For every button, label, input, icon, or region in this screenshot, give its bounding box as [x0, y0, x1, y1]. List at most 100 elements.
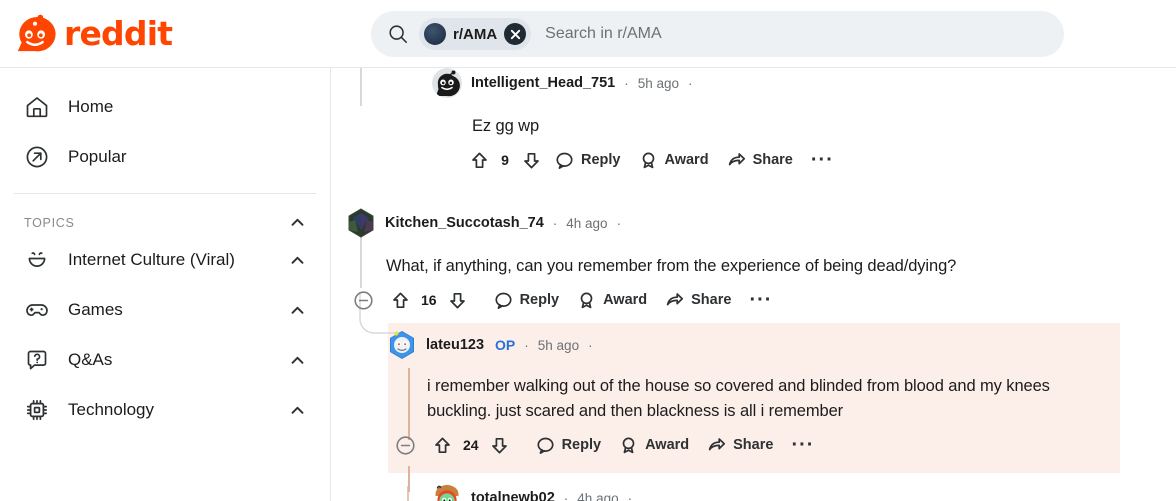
chevron-up-icon[interactable] [289, 214, 306, 231]
comment-author[interactable]: Intelligent_Head_751 [471, 75, 615, 91]
collapse-comment-button[interactable] [351, 288, 375, 312]
comment-author[interactable]: Kitchen_Succotash_74 [385, 215, 544, 231]
upvote-button[interactable] [427, 430, 457, 460]
avatar[interactable] [432, 483, 462, 501]
sidebar-item-label: Popular [68, 147, 127, 166]
award-label: Award [664, 152, 709, 169]
close-icon[interactable] [504, 23, 527, 45]
comment-author[interactable]: lateu123 [426, 337, 484, 353]
reddit-logo-home-link[interactable]: reddit [14, 13, 314, 55]
search-input[interactable]: Search in r/AMA [545, 25, 1048, 43]
award-button[interactable]: Award [630, 145, 718, 175]
left-sidebar: Home Popular TOPICS Internet Culture (Vi… [0, 68, 331, 501]
sidebar-item-label: Games [68, 299, 123, 319]
sidebar-item-label: Technology [68, 399, 155, 419]
share-label: Share [691, 292, 732, 309]
more-options-icon[interactable]: ··· [782, 435, 823, 455]
comment-item: totalnewb02 · 4h ago · [432, 483, 1132, 501]
comment-actions: 16 Reply Award Share ··· [351, 285, 1136, 315]
sidebar-item-internet-culture[interactable]: Internet Culture (Viral) [10, 235, 320, 285]
award-button[interactable]: Award [568, 285, 656, 315]
avatar[interactable] [432, 68, 462, 98]
thread-line-root [360, 68, 362, 106]
chevron-up-icon[interactable] [289, 352, 306, 369]
app-header: reddit r/AMA Search in r/AMA [0, 0, 1176, 68]
search-scope-chip[interactable]: r/AMA [419, 18, 532, 50]
award-label: Award [603, 292, 648, 309]
comment-thread: Intelligent_Head_751 · 5h ago · Ez gg wp… [332, 68, 1176, 501]
search-icon [389, 25, 408, 44]
share-button[interactable]: Share [698, 430, 782, 460]
avatar[interactable] [346, 208, 376, 238]
sidebar-item-technology[interactable]: Technology [10, 385, 320, 435]
meta-separator: · [524, 337, 529, 353]
share-label: Share [752, 152, 793, 169]
downvote-button[interactable] [443, 285, 473, 315]
reply-label: Reply [519, 292, 560, 309]
upvote-button[interactable] [464, 145, 494, 175]
home-icon [26, 97, 48, 118]
sidebar-section-topics[interactable]: TOPICS [24, 214, 306, 231]
chip-icon [26, 399, 48, 421]
question-bubble-icon [27, 350, 47, 370]
comment-timestamp: 5h ago [537, 337, 580, 353]
sidebar-item-home[interactable]: Home [10, 82, 320, 132]
search-scope-label: r/AMA [453, 25, 498, 43]
award-label: Award [645, 437, 690, 454]
sidebar-item-label: Home [68, 97, 114, 116]
sidebar-item-games[interactable]: Games [10, 285, 320, 335]
chevron-up-icon[interactable] [289, 252, 306, 269]
share-button[interactable]: Share [718, 145, 802, 175]
more-options-icon[interactable]: ··· [740, 290, 781, 310]
collapse-comment-button[interactable] [393, 433, 417, 457]
sidebar-section-label: TOPICS [24, 215, 75, 230]
vote-count: 24 [463, 437, 479, 454]
upvote-button[interactable] [385, 285, 415, 315]
sidebar-item-qas[interactable]: Q&As [10, 335, 320, 385]
op-badge: OP [495, 337, 516, 353]
sidebar-item-label: Internet Culture (Viral) [68, 249, 235, 269]
comment-author[interactable]: totalnewb02 [471, 490, 555, 501]
comment-item: Kitchen_Succotash_74 · 4h ago · What, if… [346, 208, 1136, 315]
chevron-up-icon[interactable] [289, 402, 306, 419]
vote-group: 24 [427, 430, 515, 460]
reply-button[interactable]: Reply [485, 285, 569, 315]
comment-header: lateu123 OP · 5h ago · [387, 330, 1127, 360]
avatar[interactable] [387, 330, 417, 360]
reddit-snoo-icon [17, 14, 56, 51]
popular-icon [26, 146, 48, 168]
comment-timestamp: 5h ago [637, 75, 680, 91]
chevron-up-icon[interactable] [289, 302, 306, 319]
vote-group: 9 [464, 145, 546, 175]
vote-group: 16 [385, 285, 473, 315]
meta-separator: · [588, 337, 593, 353]
gamepad-icon [26, 304, 48, 317]
reply-label: Reply [581, 152, 621, 169]
reply-button[interactable]: Reply [527, 430, 611, 460]
comment-body: What, if anything, can you remember from… [386, 257, 957, 275]
smiley-icon [28, 252, 46, 267]
comment-header: totalnewb02 · 4h ago · [432, 483, 1132, 501]
downvote-button[interactable] [485, 430, 515, 460]
more-options-icon[interactable]: ··· [802, 150, 843, 170]
award-button[interactable]: Award [610, 430, 698, 460]
comment-item-op: lateu123 OP · 5h ago · i remember walkin… [387, 330, 1127, 460]
meta-separator: · [688, 75, 693, 91]
meta-separator: · [563, 490, 569, 501]
comment-item: Intelligent_Head_751 · 5h ago · Ez gg wp… [432, 68, 1132, 175]
subreddit-avatar-icon [424, 23, 446, 45]
brand-wordmark: reddit [64, 14, 173, 53]
comment-actions: 9 Reply Award Share ··· [464, 145, 1132, 175]
sidebar-item-popular[interactable]: Popular [10, 132, 320, 182]
comment-timestamp: 4h ago [566, 215, 608, 231]
search-bar[interactable]: r/AMA Search in r/AMA [371, 11, 1064, 57]
reply-label: Reply [561, 437, 602, 454]
sidebar-item-label: Q&As [68, 349, 113, 369]
comment-body: i remember walking out of the house so c… [427, 377, 1050, 421]
vote-count: 9 [501, 152, 509, 169]
vote-count: 16 [421, 292, 437, 309]
downvote-button[interactable] [516, 145, 546, 175]
share-button[interactable]: Share [656, 285, 740, 315]
meta-separator: · [552, 215, 558, 231]
reply-button[interactable]: Reply [546, 145, 630, 175]
